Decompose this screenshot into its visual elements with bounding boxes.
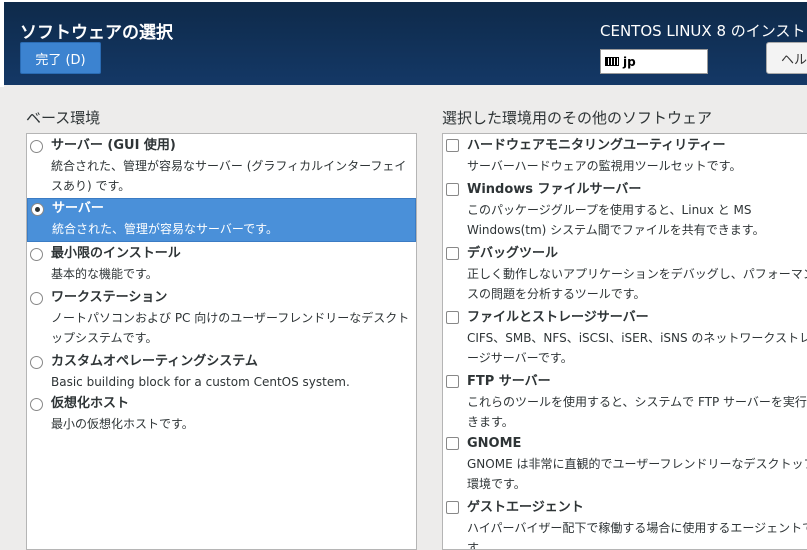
checkbox[interactable]: [446, 437, 459, 450]
radio-button[interactable]: [30, 248, 43, 261]
addon-item-name: ゲストエージェント: [467, 500, 584, 515]
addon-item-debug-tools[interactable]: デバッグツール 正しく動作しないアプリケーションをデバッグし、パフォーマンスの問…: [443, 244, 807, 304]
addon-item-file-storage-server[interactable]: ファイルとストレージサーバー CIFS、SMB、NFS、iSCSI、iSER、i…: [443, 308, 807, 368]
env-item-desc: 統合された、管理が容易なサーバーです。: [52, 222, 278, 236]
done-button[interactable]: 完了 (D): [20, 42, 101, 74]
addon-item-desc: 正しく動作しないアプリケーションをデバッグし、パフォーマンスの問題を分析するツー…: [467, 267, 807, 301]
env-item-desc: 基本的な機能です。: [51, 267, 158, 281]
addon-item-windows-file-server[interactable]: Windows ファイルサーバー このパッケージグループを使用すると、Linux…: [443, 180, 807, 240]
env-item-desc: 統合された、管理が容易なサーバー (グラフィカルインターフェイスあり) です。: [51, 159, 407, 193]
install-title: CENTOS LINUX 8 のインストール: [600, 22, 807, 40]
env-item-custom-os[interactable]: カスタムオペレーティングシステム Basic building block fo…: [27, 352, 416, 394]
help-button[interactable]: ヘルプ: [766, 42, 807, 74]
addon-item-desc: これらのツールを使用すると、システムで FTP サーバーを実行できます。: [467, 395, 807, 429]
checkbox[interactable]: [446, 183, 459, 196]
checkbox[interactable]: [446, 375, 459, 388]
addon-item-name: ファイルとストレージサーバー: [467, 310, 649, 325]
addon-item-hardware-monitoring[interactable]: ハードウェアモニタリングユーティリティー サーバーハードウェアの監視用ツールセッ…: [443, 136, 807, 176]
radio-button[interactable]: [30, 292, 43, 305]
addon-item-name: GNOME: [467, 436, 522, 451]
env-item-server[interactable]: サーバー 統合された、管理が容易なサーバーです。: [27, 198, 416, 242]
env-item-desc: ノートパソコンおよび PC 向けのユーザーフレンドリーなデスクトップシステムです…: [51, 311, 410, 345]
checkbox[interactable]: [446, 247, 459, 260]
addons-label: 選択した環境用のその他のソフトウェア: [442, 109, 713, 127]
env-item-workstation[interactable]: ワークステーション ノートパソコンおよび PC 向けのユーザーフレンドリーなデス…: [27, 288, 416, 352]
checkbox[interactable]: [446, 501, 459, 514]
env-item-name: カスタムオペレーティングシステム: [51, 354, 258, 369]
checkbox[interactable]: [446, 139, 459, 152]
base-env-list: サーバー (GUI 使用) 統合された、管理が容易なサーバー (グラフィカルイン…: [26, 133, 417, 550]
header-bar: ソフトウェアの選択 完了 (D) CENTOS LINUX 8 のインストール …: [0, 0, 807, 87]
radio-button[interactable]: [30, 398, 43, 411]
addon-item-desc: サーバーハードウェアの監視用ツールセットです。: [467, 159, 742, 173]
page-title: ソフトウェアの選択: [20, 23, 173, 43]
keyboard-layout-label: jp: [623, 54, 636, 69]
header-left-strip: [0, 2, 4, 87]
checkbox[interactable]: [446, 311, 459, 324]
env-item-desc: Basic building block for a custom CentOS…: [51, 375, 350, 389]
base-env-label: ベース環境: [26, 109, 101, 127]
env-item-virtualization-host[interactable]: 仮想化ホスト 最小の仮想化ホストです。: [27, 394, 416, 438]
env-item-server-gui[interactable]: サーバー (GUI 使用) 統合された、管理が容易なサーバー (グラフィカルイン…: [27, 136, 416, 198]
addons-list: ハードウェアモニタリングユーティリティー サーバーハードウェアの監視用ツールセッ…: [442, 133, 807, 550]
env-item-minimal[interactable]: 最小限のインストール 基本的な機能です。: [27, 244, 416, 288]
radio-button[interactable]: [30, 140, 43, 153]
addon-item-desc: ハイパーバイザー配下で稼働する場合に使用するエージェントです。: [467, 521, 807, 550]
addon-item-desc: このパッケージグループを使用すると、Linux と MS Windows(tm)…: [467, 203, 765, 237]
addon-item-name: FTP サーバー: [467, 374, 551, 389]
env-item-name: 最小限のインストール: [51, 246, 181, 261]
addon-item-name: デバッグツール: [467, 246, 559, 261]
env-item-name: サーバー (GUI 使用): [51, 138, 176, 153]
env-item-desc: 最小の仮想化ホストです。: [51, 417, 194, 431]
addon-item-gnome[interactable]: GNOME GNOME は非常に直観的でユーザーフレンドリーなデスクトップ環境で…: [443, 434, 807, 494]
keyboard-layout-indicator[interactable]: jp: [600, 49, 708, 74]
env-item-name: サーバー: [52, 201, 104, 216]
radio-button[interactable]: [30, 356, 43, 369]
addon-item-desc: GNOME は非常に直観的でユーザーフレンドリーなデスクトップ環境です。: [467, 457, 807, 491]
addon-item-name: ハードウェアモニタリングユーティリティー: [467, 138, 726, 153]
env-item-name: ワークステーション: [51, 290, 168, 305]
addon-item-guest-agent[interactable]: ゲストエージェント ハイパーバイザー配下で稼働する場合に使用するエージェントです…: [443, 498, 807, 550]
addon-item-desc: CIFS、SMB、NFS、iSCSI、iSER、iSNS のネットワークストレー…: [467, 331, 807, 365]
keyboard-icon: [605, 57, 619, 66]
env-item-name: 仮想化ホスト: [51, 396, 130, 411]
addon-item-name: Windows ファイルサーバー: [467, 182, 642, 197]
addon-item-ftp-server[interactable]: FTP サーバー これらのツールを使用すると、システムで FTP サーバーを実行…: [443, 372, 807, 432]
radio-button-selected[interactable]: [31, 203, 44, 216]
